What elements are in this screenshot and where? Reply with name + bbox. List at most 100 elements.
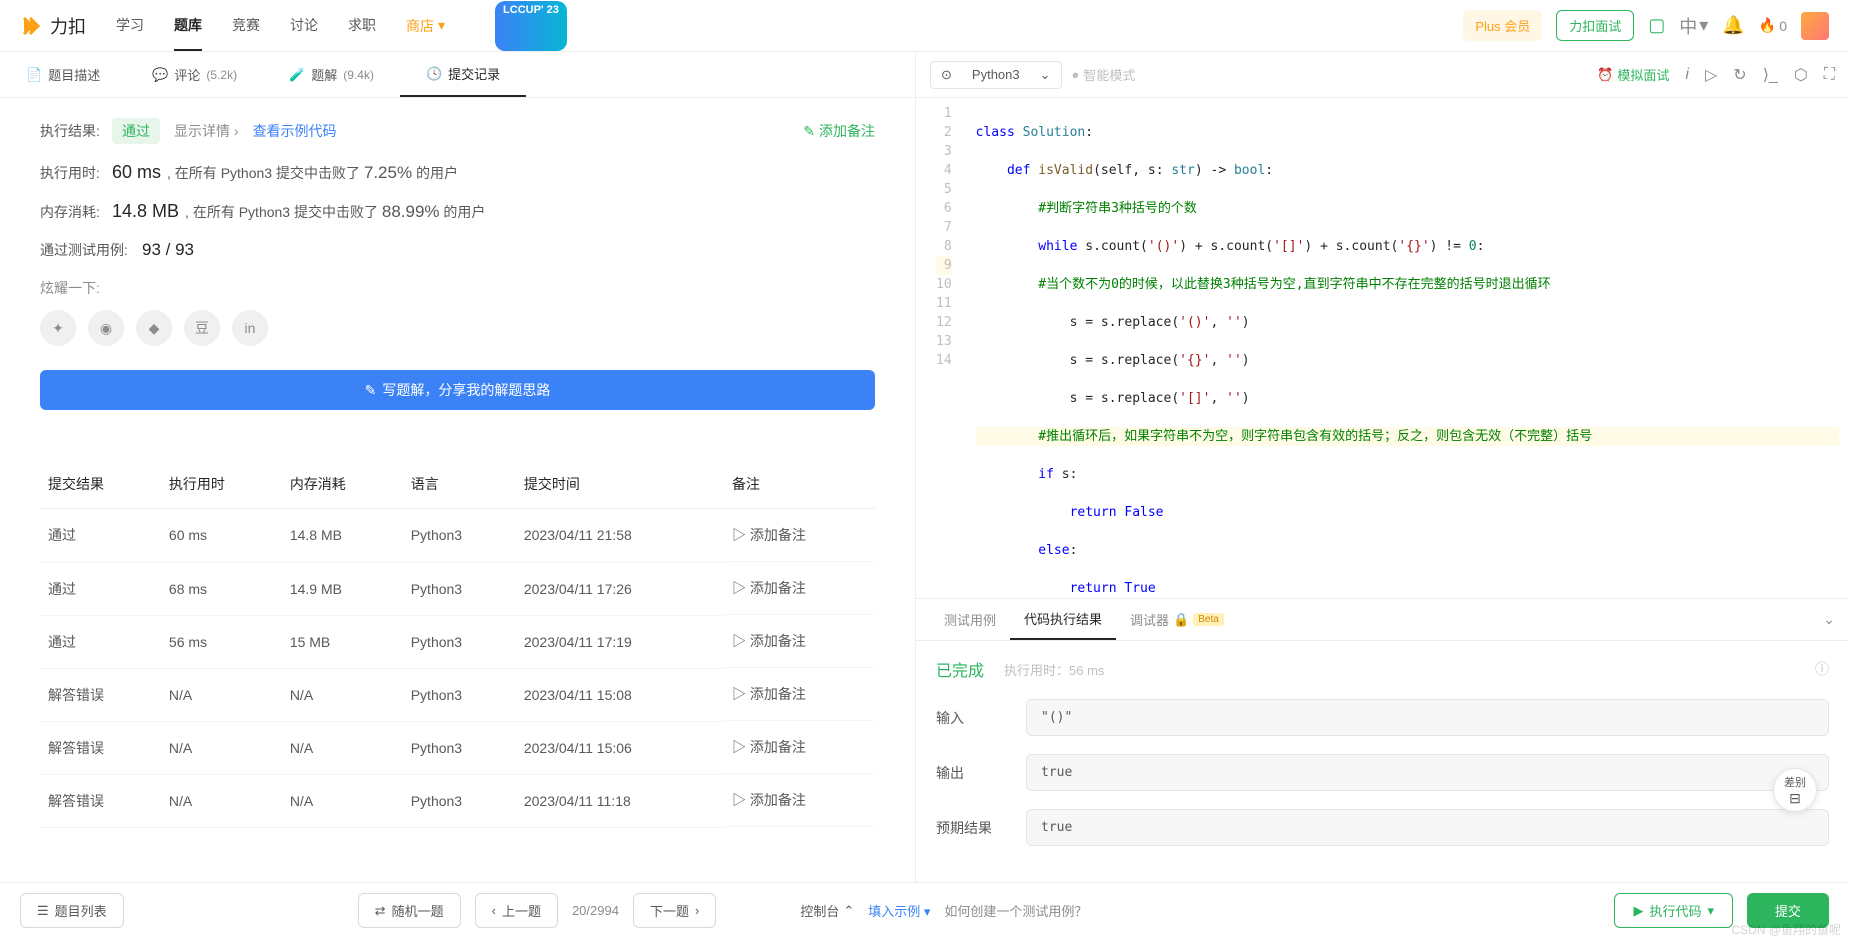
note-cell[interactable]: ▷ 添加备注 [724,721,875,774]
table-row[interactable]: 解答错误 N/A N/A Python3 2023/04/11 15:06 ▷ … [40,721,875,774]
bell-icon[interactable]: 🔔 [1722,15,1744,36]
prev-label: 上一题 [502,901,541,920]
console-toggle[interactable]: 控制台 ⌃ [800,901,854,920]
collapse-icon[interactable]: ⌄ [1823,611,1835,628]
input-value: "()" [1026,699,1829,736]
logo[interactable]: 力扣 [20,13,86,39]
sample-code-link[interactable]: 查看示例代码 [253,121,337,141]
nav-learn[interactable]: 学习 [116,1,144,51]
note-cell[interactable]: ▷ 添加备注 [724,774,875,827]
nav-store-label: 商店 [406,16,434,36]
wechat-icon[interactable]: ✦ [40,310,76,346]
status-cell[interactable]: 解答错误 [40,668,161,721]
streak-fire[interactable]: 🔥 0 [1759,17,1787,34]
mock-interview-link[interactable]: ⏰ 模拟面试 [1597,65,1669,84]
note-cell[interactable]: ▷ 添加备注 [724,668,875,721]
write-solution-button[interactable]: ✎ 写题解，分享我的解题思路 [40,370,875,410]
language-switch[interactable]: 中 ▾ [1679,13,1708,39]
editor-toolbar: ⊙ Python3 ⌄ ● 智能模式 ⏰ 模拟面试 i ▷ ↻ ⟩_ ⬡ ⛶ [916,52,1849,98]
chevron-down-icon: ⌄ [1040,67,1051,83]
problem-list-label: 题目列表 [55,901,107,920]
table-row[interactable]: 解答错误 N/A N/A Python3 2023/04/11 11:18 ▷ … [40,774,875,827]
tab-exec-result[interactable]: 代码执行结果 [1010,599,1116,640]
table-row[interactable]: 通过 60 ms 14.8 MB Python3 2023/04/11 21:5… [40,509,875,563]
tab-debugger[interactable]: 调试器 🔒 Beta [1116,599,1238,640]
douban-icon[interactable]: 豆 [184,310,220,346]
nav-problems[interactable]: 题库 [174,1,202,51]
how-create-link[interactable]: 如何创建一个测试用例？ [944,901,1087,920]
table-row[interactable]: 通过 56 ms 15 MB Python3 2023/04/11 17:19 … [40,615,875,668]
nav-discuss[interactable]: 讨论 [290,1,318,51]
left-tabs: 📄 题目描述 💬 评论 (5.2k) 🧪 题解 (9.4k) 🕓 提交记录 [0,52,915,98]
nav-items: 学习 题库 竞赛 讨论 求职 商店 ▾ LCCUP' 23 [116,1,567,51]
status-cell[interactable]: 通过 [40,562,161,615]
terminal-icon[interactable]: ⟩_ [1763,65,1778,85]
settings-icon[interactable]: ⬡ [1794,65,1808,85]
exec-status: 已完成 [936,657,984,681]
tab-submissions[interactable]: 🕓 提交记录 [400,52,526,97]
note-cell[interactable]: ▷ 添加备注 [724,562,875,615]
tab-comments[interactable]: 💬 评论 (5.2k) [126,52,263,97]
add-note-link[interactable]: ✎ 添加备注 [803,121,875,141]
note-cell[interactable]: ▷ 添加备注 [724,509,875,562]
info-circle-icon[interactable]: ⓘ [1815,659,1829,679]
fullscreen-icon[interactable]: ⛶ [1824,66,1835,84]
status-cell[interactable]: 通过 [40,615,161,668]
run-label: 执行代码 [1649,901,1701,920]
write-solution-label: 写题解，分享我的解题思路 [382,380,550,400]
linkedin-icon[interactable]: in [232,310,268,346]
lang-name: Python3 [972,67,1020,82]
test-cases-label: 通过测试用例: [40,240,130,260]
time-cell: N/A [161,668,282,721]
lang-label: 中 [1679,13,1697,39]
problem-list-button[interactable]: ☰ 题目列表 [20,893,124,928]
nav-contest[interactable]: 竞赛 [232,1,260,51]
status-cell[interactable]: 通过 [40,509,161,563]
nav-store[interactable]: 商店 ▾ [406,1,445,51]
qq-icon[interactable]: ◆ [136,310,172,346]
exec-result-body: 已完成 执行用时：56 ms ⓘ 输入 "()" 输出 true 预期结果 tr… [916,641,1849,862]
tab-description[interactable]: 📄 题目描述 [0,52,126,97]
random-label: 随机一题 [392,901,444,920]
tab-debugger-label: 调试器 [1130,610,1169,629]
note-cell[interactable]: ▷ 添加备注 [724,615,875,668]
status-cell[interactable]: 解答错误 [40,721,161,774]
tab-solutions[interactable]: 🧪 题解 (9.4k) [263,52,400,97]
time-cell: 56 ms [161,615,282,668]
prev-button[interactable]: ‹ 上一题 [475,893,558,928]
weibo-icon[interactable]: ◉ [88,310,124,346]
tab-submissions-label: 提交记录 [448,64,500,83]
interview-button[interactable]: 力扣面试 [1556,10,1634,41]
reset-icon[interactable]: ↻ [1733,65,1746,85]
code-content[interactable]: class Solution: def isValid(self, s: str… [966,98,1849,598]
time-cell: 68 ms [161,562,282,615]
plus-member-button[interactable]: Plus 会员 [1463,10,1542,41]
table-header: 内存消耗 [282,460,403,509]
code-editor[interactable]: 1234567891011121314 class Solution: def … [916,98,1849,598]
smart-mode-toggle[interactable]: ● 智能模式 [1072,65,1136,84]
tab-testcase[interactable]: 测试用例 [930,599,1010,640]
exec-time-text: 执行用时：56 ms [1004,660,1104,679]
random-button[interactable]: ⇄ 随机一题 [358,893,461,928]
table-row[interactable]: 解答错误 N/A N/A Python3 2023/04/11 15:08 ▷ … [40,668,875,721]
diff-button[interactable]: 差别⊟ [1773,768,1817,812]
next-button[interactable]: 下一题 › [633,893,716,928]
show-details-link[interactable]: 显示详情 › [174,121,239,141]
run-icon[interactable]: ▷ [1705,65,1717,85]
right-pane: ⊙ Python3 ⌄ ● 智能模式 ⏰ 模拟面试 i ▷ ↻ ⟩_ ⬡ ⛶ 1… [916,52,1849,882]
info-icon[interactable]: i [1685,66,1689,84]
tab-comments-count: (5.2k) [206,68,237,82]
nav-jobs[interactable]: 求职 [348,1,376,51]
device-icon[interactable]: ▢ [1648,15,1665,36]
fire-count: 0 [1779,18,1787,34]
fill-example-label: 填入示例 [868,904,920,919]
language-select[interactable]: ⊙ Python3 ⌄ [930,61,1062,89]
fill-example-link[interactable]: 填入示例 ▾ [868,901,930,920]
run-code-button[interactable]: ▶ 执行代码 ▾ [1614,893,1733,928]
mem-cell: 15 MB [282,615,403,668]
table-row[interactable]: 通过 68 ms 14.9 MB Python3 2023/04/11 17:2… [40,562,875,615]
table-header: 备注 [724,460,875,509]
status-cell[interactable]: 解答错误 [40,774,161,827]
lccup-badge[interactable]: LCCUP' 23 [495,1,567,51]
avatar[interactable] [1801,12,1829,40]
